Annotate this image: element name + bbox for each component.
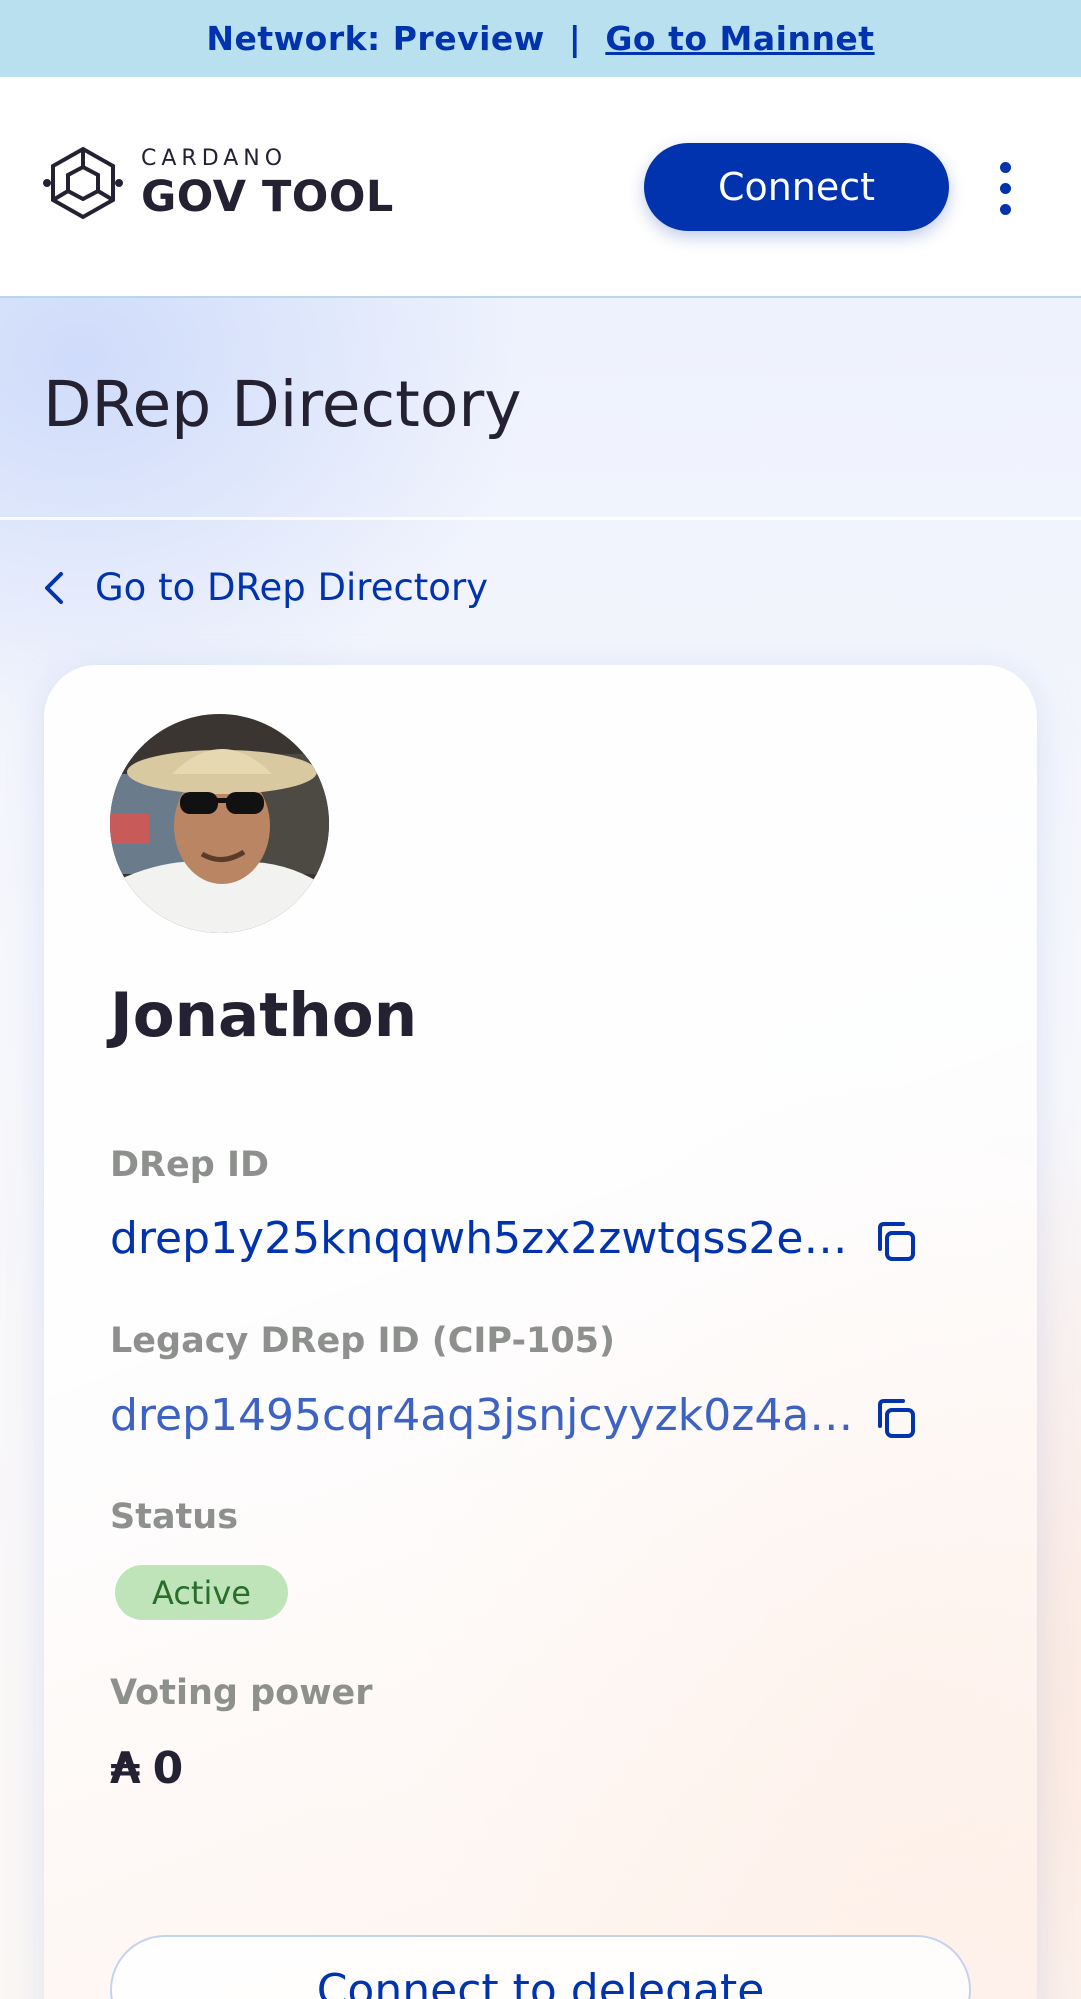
status-label: Status [110, 1497, 239, 1537]
gov-tool-logo-icon [43, 146, 123, 220]
avatar-photo [110, 714, 329, 933]
back-to-directory-link[interactable]: Go to DRep Directory [43, 566, 488, 609]
voting-power-value: ₳ 0 [110, 1743, 183, 1794]
vertical-dots-icon[interactable] [990, 162, 1020, 215]
voting-power-amount: 0 [152, 1743, 184, 1794]
back-link-label: Go to DRep Directory [95, 566, 489, 609]
network-banner: Network: Preview | Go to Mainnet [0, 0, 1081, 77]
connect-to-delegate-button[interactable]: Connect to delegate [110, 1935, 971, 1999]
status-badge: Active [115, 1565, 288, 1620]
ada-symbol: ₳ [110, 1743, 141, 1794]
drep-detail-card: Jonathon DRep ID drep1y25knqqwh5zx2zwtqs… [44, 665, 1037, 1999]
drep-name: Jonathon [110, 980, 418, 1051]
logo-cardano-text: CARDANO [141, 145, 288, 171]
network-separator: | [568, 19, 582, 58]
page-title-bar: DRep Directory [0, 298, 1081, 520]
drep-id-value[interactable]: drep1y25knqqwh5zx2zwtqss2eu… [110, 1213, 870, 1264]
copy-legacy-drep-id-icon[interactable] [870, 1393, 920, 1443]
chevron-left-icon [45, 571, 63, 604]
main-content: DRep Directory Go to DRep Directory Jona… [0, 298, 1081, 1999]
logo-gov-tool-text: GOV TOOL [141, 171, 394, 222]
drep-id-label: DRep ID [110, 1145, 270, 1185]
copy-drep-id-icon[interactable] [870, 1216, 920, 1266]
page-title: DRep Directory [43, 368, 522, 441]
app-logo[interactable]: CARDANO GOV TOOL [43, 145, 394, 221]
app-header: CARDANO GOV TOOL Connect [0, 77, 1081, 298]
legacy-drep-id-value[interactable]: drep1495cqr4aq3jsnjcyyzk0z4a… [110, 1390, 870, 1441]
go-to-mainnet-link[interactable]: Go to Mainnet [605, 19, 874, 58]
connect-button[interactable]: Connect [644, 143, 949, 231]
voting-power-label: Voting power [110, 1673, 373, 1713]
drep-avatar [110, 714, 329, 933]
legacy-drep-id-label: Legacy DRep ID (CIP-105) [110, 1321, 616, 1361]
network-label: Network: Preview [206, 19, 545, 58]
